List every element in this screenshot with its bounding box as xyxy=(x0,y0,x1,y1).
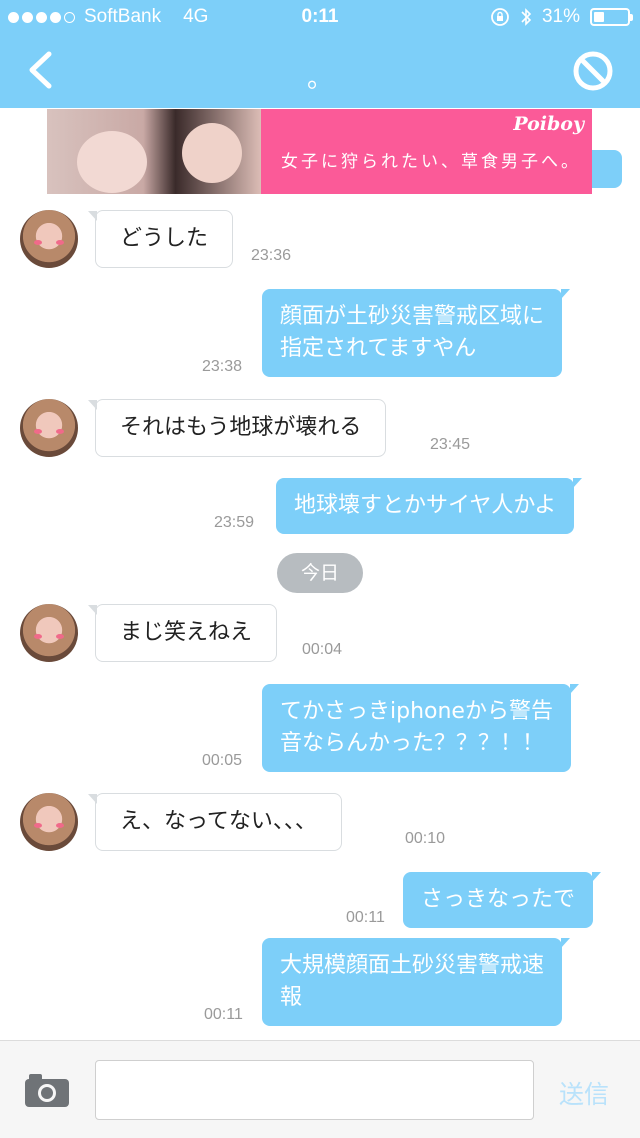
message-time: 23:38 xyxy=(202,358,243,375)
battery-percent: 31% xyxy=(541,6,580,27)
status-bar: SoftBank 4G 0:11 31% xyxy=(0,0,640,36)
message-bubble-outgoing: 大規模顔面土砂災害警戒速 報 xyxy=(262,938,571,1026)
top-bar: SoftBank 4G 0:11 31% 。 xyxy=(0,0,640,108)
message-time: 00:05 xyxy=(202,752,243,769)
avatar[interactable] xyxy=(20,793,78,851)
avatar[interactable] xyxy=(20,210,78,268)
message-bubble-incoming: それはもう地球が壊れる xyxy=(87,399,387,457)
message-line: 報 xyxy=(280,985,303,1010)
hidden-message-edge xyxy=(592,150,622,188)
message-bubble-outgoing: 地球壊すとかサイヤ人かよ xyxy=(276,478,583,534)
message-input[interactable] xyxy=(95,1060,534,1120)
message-bubble-incoming: どうした xyxy=(87,210,234,268)
message-bubble-outgoing: てかさっきiphoneから警告 音ならんかった？？？！！ xyxy=(262,684,579,772)
message-bubble-incoming: え、なってない、、、 xyxy=(88,793,342,851)
bluetooth-icon xyxy=(521,8,532,26)
ad-photo xyxy=(47,109,261,194)
chat-title: 。 xyxy=(306,64,333,94)
message-time: 00:04 xyxy=(302,641,343,658)
message-composer: 送信 xyxy=(0,1040,640,1138)
orientation-lock-icon xyxy=(491,8,509,26)
message-bubble-outgoing: さっきなったで xyxy=(403,872,602,928)
message-line: 指定されてますやん xyxy=(280,336,477,361)
message-line: 顔面が土砂災害警戒区域に xyxy=(280,304,545,329)
camera-icon[interactable] xyxy=(24,1072,70,1108)
avatar[interactable] xyxy=(20,399,78,457)
message-line: 音ならんかった？？？！！ xyxy=(280,731,545,756)
send-button[interactable]: 送信 xyxy=(559,1075,609,1111)
battery-icon xyxy=(590,8,633,26)
message-bubble-outgoing: 顔面が土砂災害警戒区域に 指定されてますやん xyxy=(262,289,571,377)
ad-text-panel: Poiboy 女子に狩られたい、草食男子へ。 xyxy=(261,109,592,194)
message-time: 23:36 xyxy=(251,247,292,264)
message-time: 00:10 xyxy=(405,830,446,847)
ad-banner[interactable]: Poiboy 女子に狩られたい、草食男子へ。 xyxy=(47,109,592,194)
ad-logo: Poiboy xyxy=(513,113,584,135)
message-time: 00:11 xyxy=(204,1006,243,1023)
message-time: 00:11 xyxy=(346,909,385,926)
block-icon[interactable] xyxy=(572,50,614,92)
avatar[interactable] xyxy=(20,604,78,662)
message-time: 23:59 xyxy=(214,514,255,531)
message-time: 23:45 xyxy=(430,436,471,453)
ad-text: 女子に狩られたい、草食男子へ。 xyxy=(281,152,581,172)
message-bubble-incoming: まじ笑えねえ xyxy=(87,604,278,662)
date-divider: 今日 xyxy=(277,553,363,593)
message-line: てかさっきiphoneから警告 xyxy=(280,699,553,724)
message-line: 大規模顔面土砂災害警戒速 xyxy=(280,953,545,978)
